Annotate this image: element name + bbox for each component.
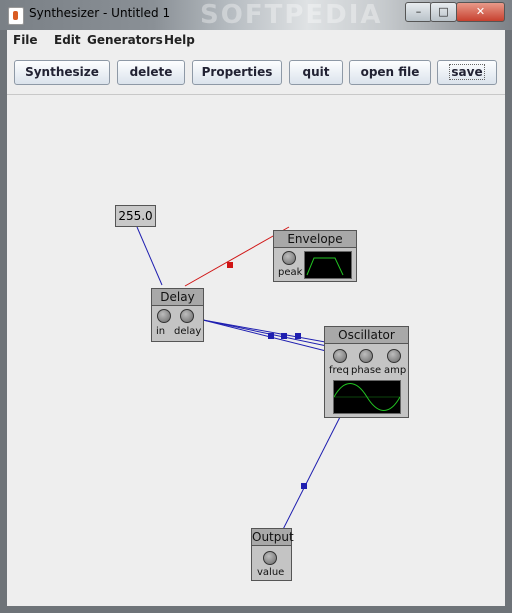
output-title: Output — [252, 529, 294, 546]
wire-handle[interactable] — [301, 483, 307, 489]
window-client-area: File Edit Generators Help Synthesize del… — [7, 30, 505, 606]
envelope-peak-port[interactable] — [282, 251, 296, 265]
quit-button[interactable]: quit — [289, 60, 343, 85]
envelope-scope — [304, 251, 352, 279]
properties-button[interactable]: Properties — [192, 60, 282, 85]
wire-handle[interactable] — [227, 262, 233, 268]
delay-delay-label: delay — [174, 326, 202, 337]
oscillator-scope — [333, 380, 401, 414]
wire-handle[interactable] — [268, 333, 274, 339]
menu-help[interactable]: Help — [164, 33, 195, 47]
patch-canvas[interactable]: 255.0 Envelope peak Delay in delay Oscil… — [7, 95, 505, 606]
constant-node[interactable]: 255.0 — [115, 205, 156, 227]
envelope-peak-label: peak — [278, 267, 303, 278]
title-bar[interactable]: Synthesizer - Untitled 1 SOFTPEDIA – □ ✕ — [0, 0, 512, 30]
delay-in-port[interactable] — [157, 309, 171, 323]
output-node[interactable]: Output value — [251, 528, 294, 581]
maximize-button[interactable]: □ — [430, 2, 457, 22]
envelope-title: Envelope — [274, 231, 356, 248]
oscillator-amp-label: amp — [384, 365, 407, 376]
oscillator-sine-wave — [333, 383, 401, 411]
menu-edit[interactable]: Edit — [54, 33, 81, 47]
oscillator-freq-label: freq — [329, 365, 349, 376]
delay-delay-port[interactable] — [180, 309, 194, 323]
wire-constant-to-delay-in[interactable] — [136, 226, 163, 286]
wire-handle[interactable] — [295, 333, 301, 339]
delete-button[interactable]: delete — [117, 60, 185, 85]
minimize-button[interactable]: – — [405, 2, 432, 22]
open-file-button[interactable]: open file — [349, 60, 431, 85]
oscillator-freq-port[interactable] — [333, 349, 347, 363]
output-value-label: value — [257, 567, 285, 578]
synthesize-button[interactable]: Synthesize — [14, 60, 110, 85]
oscillator-title: Oscillator — [325, 327, 408, 344]
oscillator-amp-port[interactable] — [387, 349, 401, 363]
oscillator-phase-label: phase — [351, 365, 382, 376]
envelope-curve — [306, 257, 344, 276]
menu-bar: File Edit Generators Help — [7, 30, 505, 52]
delay-node[interactable]: Delay in delay — [151, 288, 204, 342]
envelope-node[interactable]: Envelope peak — [273, 230, 357, 282]
window-title: Synthesizer - Untitled 1 — [29, 6, 171, 20]
delay-in-label: in — [156, 326, 166, 337]
menu-generators[interactable]: Generators — [87, 33, 163, 47]
toolbar: Synthesize delete Properties quit open f… — [7, 52, 505, 95]
close-button[interactable]: ✕ — [456, 2, 505, 22]
menu-file[interactable]: File — [13, 33, 38, 47]
java-app-icon — [8, 7, 24, 25]
save-button-label: save — [449, 64, 485, 80]
watermark-text: SOFTPEDIA — [200, 0, 383, 30]
oscillator-phase-port[interactable] — [359, 349, 373, 363]
app-window: Synthesizer - Untitled 1 SOFTPEDIA – □ ✕… — [0, 0, 512, 613]
delay-title: Delay — [152, 289, 203, 306]
output-value-port[interactable] — [263, 551, 277, 565]
wire-handle[interactable] — [281, 333, 287, 339]
oscillator-node[interactable]: Oscillator freq phase amp — [324, 326, 409, 418]
save-button[interactable]: save — [437, 60, 497, 85]
